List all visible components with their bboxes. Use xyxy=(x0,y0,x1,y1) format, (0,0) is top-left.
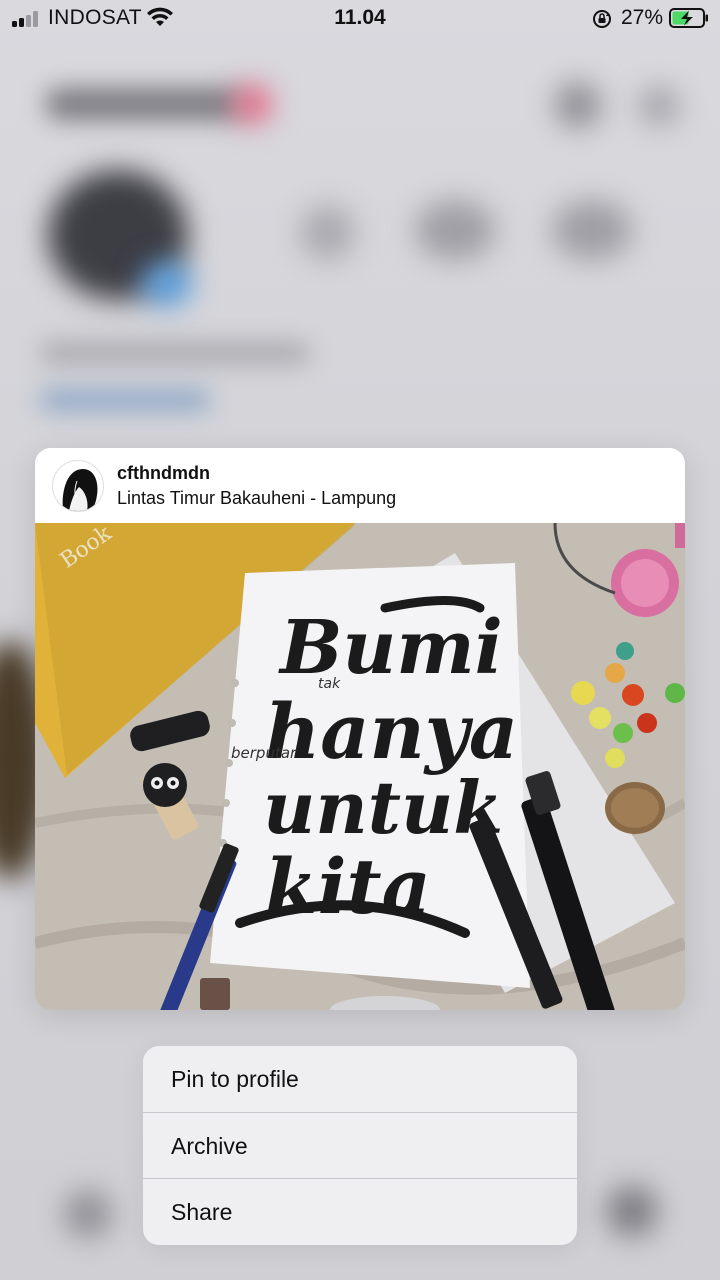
blurred-link-line xyxy=(40,390,210,410)
blurred-stat-posts xyxy=(300,205,355,260)
blurred-add-icon xyxy=(555,82,601,128)
archive-menu-item[interactable]: Archive xyxy=(143,1113,577,1179)
blurred-notification-dot xyxy=(232,84,272,124)
pin-to-profile-menu-item[interactable]: Pin to profile xyxy=(143,1046,577,1112)
lettering-line-2: hanya xyxy=(265,687,518,776)
lettering-small-1: tak xyxy=(318,676,341,692)
post-preview-card[interactable]: cfthndmdn Lintas Timur Bakauheni - Lampu… xyxy=(35,448,685,1010)
lettering-small-2: berputar xyxy=(231,744,297,762)
post-username[interactable]: cfthndmdn xyxy=(117,463,210,484)
clock: 11.04 xyxy=(334,6,386,29)
context-menu: Pin to profile Archive Share xyxy=(143,1046,577,1245)
blurred-tab-icon-left xyxy=(64,1190,112,1238)
status-bar: INDOSAT 11.04 27% xyxy=(0,0,720,36)
blurred-stat-followers xyxy=(415,200,495,260)
avatar-image xyxy=(53,461,103,511)
share-menu-item[interactable]: Share xyxy=(143,1179,577,1245)
avatar[interactable] xyxy=(52,460,104,512)
battery-charging-icon xyxy=(669,8,708,28)
rotation-lock-icon xyxy=(593,10,611,28)
post-preview-header: cfthndmdn Lintas Timur Bakauheni - Lampu… xyxy=(35,448,685,523)
blurred-username-bar xyxy=(45,88,245,120)
post-image: Book Bumi hanya untuk kita tak berputar xyxy=(35,523,685,1010)
lettering-line-3: untuk xyxy=(263,765,503,850)
blurred-tab-icon-right xyxy=(606,1185,658,1237)
blurred-menu-icon xyxy=(638,86,680,126)
post-location[interactable]: Lintas Timur Bakauheni - Lampung xyxy=(117,488,396,509)
battery-percent: 27% xyxy=(621,6,664,29)
lettering-line-1: Bumi xyxy=(278,605,503,691)
blurred-stat-following xyxy=(552,200,632,260)
blurred-bio-line xyxy=(40,342,310,364)
blurred-story-badge xyxy=(142,262,192,306)
